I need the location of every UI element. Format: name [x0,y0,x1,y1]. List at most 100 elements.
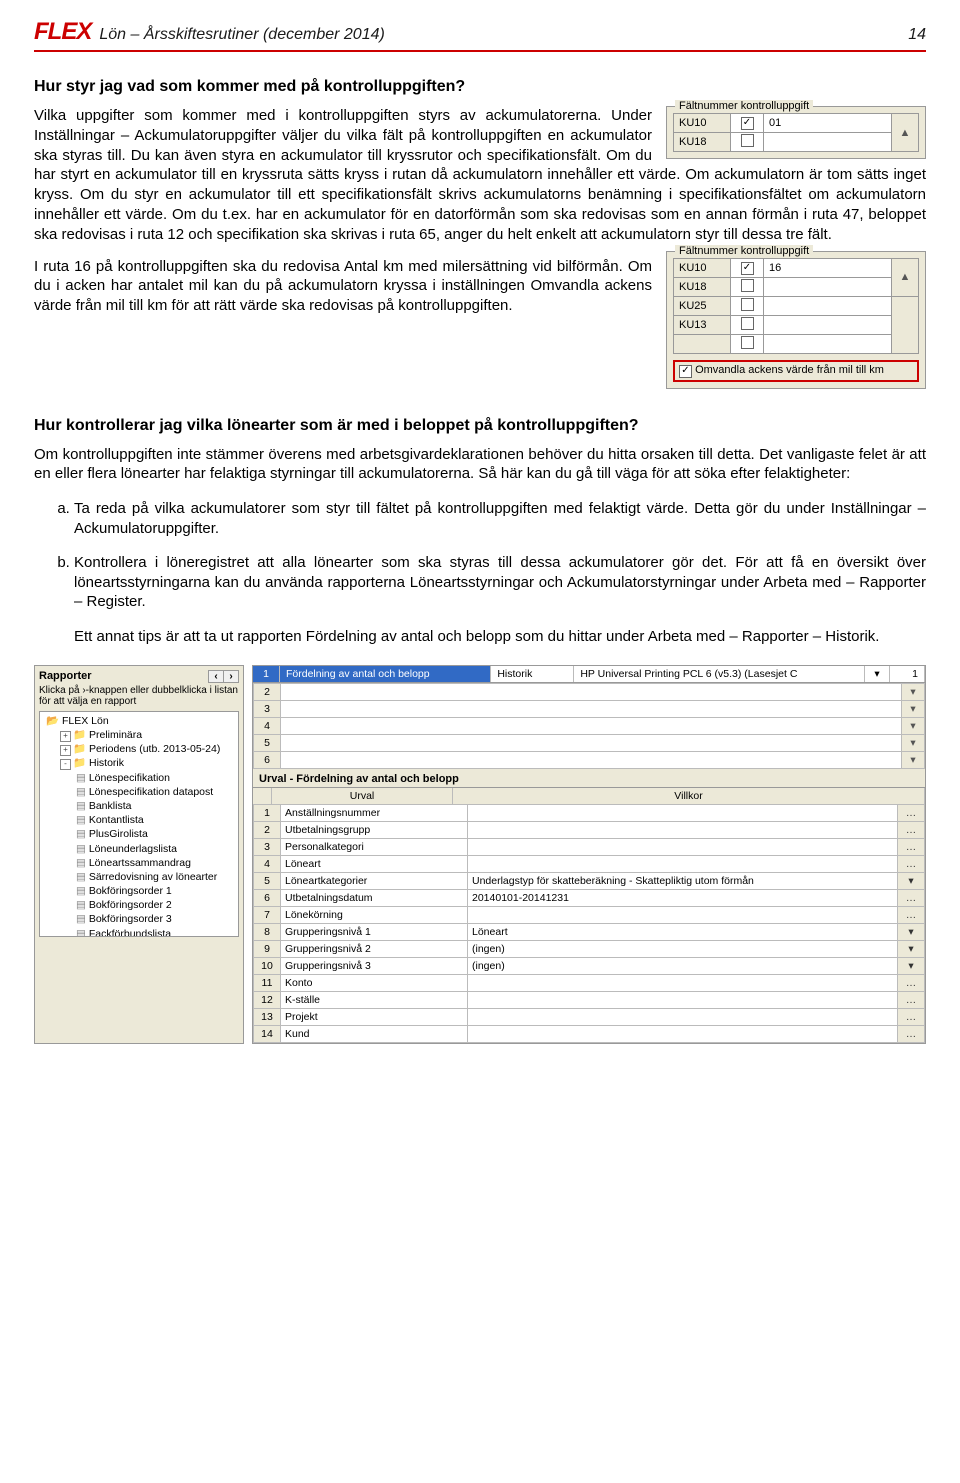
browse-button[interactable]: … [898,906,925,923]
dropdown-icon[interactable]: ▾ [865,666,890,682]
fig2-row-checkbox[interactable] [731,334,764,353]
tree-item[interactable]: ▤ Bokföringsorder 3 [42,912,236,926]
urval-value[interactable]: (ingen) [468,940,898,957]
urval-value[interactable] [468,1025,898,1042]
tree-item[interactable]: -📁 Historik [42,756,236,770]
toprow-printer[interactable]: HP Universal Printing PCL 6 (v5.3) (Lase… [574,666,865,682]
urval-label: Personalkategori [281,838,468,855]
urval-value[interactable] [468,804,898,821]
urval-value[interactable]: Löneart [468,923,898,940]
tree-item[interactable]: ▤ Fackförbundslista [42,927,236,937]
urval-value[interactable] [468,838,898,855]
urval-value[interactable] [468,1008,898,1025]
tree-item[interactable]: ▤ PlusGirolista [42,827,236,841]
fig2-row-value[interactable] [764,296,892,315]
dropdown-icon[interactable]: ▾ [898,923,925,940]
urval-row: 12K-ställe… [254,991,925,1008]
browse-button[interactable]: … [898,838,925,855]
fig1-row-checkbox[interactable] [731,133,764,152]
dropdown-icon[interactable]: ▾ [902,734,925,751]
dropdown-icon[interactable]: ▾ [902,751,925,768]
nav-next-icon[interactable]: › [223,671,238,682]
toprow-num: 1 [253,666,280,682]
grid-cell[interactable] [281,734,902,751]
dropdown-icon[interactable]: ▾ [898,957,925,974]
toprow-copies[interactable]: 1 [890,666,925,682]
tree-item[interactable]: ▤ Löneartssammandrag [42,856,236,870]
fig2-row-checkbox[interactable] [731,277,764,296]
urval-value[interactable]: Underlagstyp för skatteberäkning - Skatt… [468,872,898,889]
tree-item[interactable]: ▤ Särredovisning av lönearter [42,870,236,884]
dropdown-icon[interactable]: ▾ [898,940,925,957]
convert-checkbox[interactable]: ✓ [679,365,692,378]
expand-icon[interactable]: - [60,759,71,770]
tree-item[interactable]: +📁 Periodens (utb. 2013-05-24) [42,742,236,756]
grid-cell[interactable] [281,700,902,717]
urval-value[interactable] [468,974,898,991]
urval-row-number: 14 [254,1025,281,1042]
browse-button[interactable]: … [898,889,925,906]
browse-button[interactable]: … [898,974,925,991]
urval-value[interactable] [468,906,898,923]
header-title: Lön – Årsskiftesrutiner (december 2014) [99,26,384,44]
urval-label: Löneart [281,855,468,872]
browse-button[interactable]: … [898,804,925,821]
fig1-row-checkbox[interactable]: ✓ [731,114,764,133]
dropdown-icon[interactable]: ▾ [902,700,925,717]
urval-value[interactable]: (ingen) [468,957,898,974]
nav-buttons[interactable]: ‹ › [208,670,239,683]
nav-prev-icon[interactable]: ‹ [209,671,223,682]
expand-icon[interactable]: + [60,745,71,756]
urval-row: 3Personalkategori… [254,838,925,855]
fig1-row-value[interactable] [764,133,892,152]
tree-root[interactable]: 📂 FLEX Lön [42,714,236,728]
browse-button[interactable]: … [898,855,925,872]
tree-label: Lönespecifikation datapost [89,786,213,798]
dropdown-icon[interactable]: ▾ [902,717,925,734]
tree-item[interactable]: ▤ Bokföringsorder 1 [42,884,236,898]
fig2-row-checkbox[interactable] [731,296,764,315]
browse-button[interactable]: … [898,1025,925,1042]
browse-button[interactable]: … [898,821,925,838]
fig2-row-value[interactable] [764,315,892,334]
urval-value[interactable]: 20140101-20141231 [468,889,898,906]
page-header: FLEX Lön – Årsskiftesrutiner (december 2… [34,18,926,52]
dropdown-icon[interactable]: ▾ [898,872,925,889]
grid-cell[interactable] [281,717,902,734]
tree-item[interactable]: +📁 Preliminära [42,728,236,742]
fig2-row-value[interactable]: 16 [764,258,892,277]
fig1-row-value[interactable]: 01 [764,114,892,133]
fig1-row-label: KU10 [674,114,731,133]
tree-item[interactable]: ▤ Kontantlista [42,813,236,827]
urval-value[interactable] [468,991,898,1008]
grid-cell[interactable] [281,751,902,768]
urval-label: Projekt [281,1008,468,1025]
scrollbar-up-icon[interactable]: ▲ [892,114,919,152]
tree-item[interactable]: ▤ Banklista [42,799,236,813]
reports-tree[interactable]: 📂 FLEX Lön +📁 Preliminära+📁 Periodens (u… [39,711,239,937]
browse-button[interactable]: … [898,991,925,1008]
urval-value[interactable] [468,821,898,838]
fig2-row-label: KU13 [674,315,731,334]
fig2-row-checkbox[interactable]: ✓ [731,258,764,277]
tree-item[interactable]: ▤ Löneunderlagslista [42,842,236,856]
tree-item[interactable]: ▤ Bokföringsorder 2 [42,898,236,912]
scrollbar-up-icon[interactable]: ▲ [892,258,919,296]
urval-value[interactable] [468,855,898,872]
urval-row: 7Lönekörning… [254,906,925,923]
urval-row-number: 7 [254,906,281,923]
tree-item[interactable]: ▤ Lönespecifikation datapost [42,785,236,799]
expand-icon[interactable]: + [60,731,71,742]
fig2-row-checkbox[interactable] [731,315,764,334]
urval-row-number: 5 [254,872,281,889]
dropdown-icon[interactable]: ▾ [902,683,925,700]
urval-row: 5LöneartkategorierUnderlagstyp för skatt… [254,872,925,889]
tree-label: Lönespecifikation [89,772,170,784]
grid-cell[interactable] [281,683,902,700]
fig2-row-value[interactable] [764,334,892,353]
report-grid: 2▾3▾4▾5▾6▾ [253,683,925,769]
browse-button[interactable]: … [898,1008,925,1025]
fig2-row-value[interactable] [764,277,892,296]
scrollbar-track[interactable] [892,296,919,353]
tree-item[interactable]: ▤ Lönespecifikation [42,771,236,785]
